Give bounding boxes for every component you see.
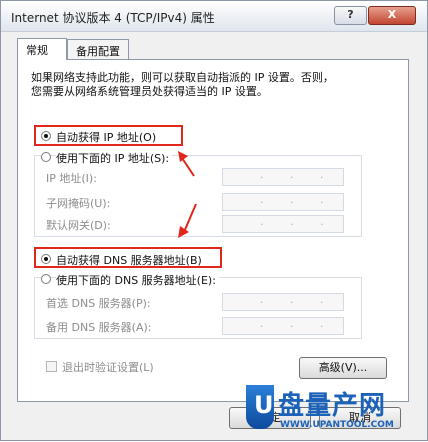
auto-dns-label: 自动获得 DNS 服务器地址(B) — [56, 254, 202, 267]
watermark-logo: U 盘量产网 WWW.UPANTOOL.COM — [246, 385, 428, 442]
help-icon: ? — [347, 8, 354, 21]
alternate-dns-field[interactable]: ... — [222, 317, 344, 335]
preferred-dns-label: 首选 DNS 服务器(P): — [46, 297, 151, 310]
manual-ip-label: 使用下面的 IP 地址(S): — [56, 150, 173, 166]
watermark-letter: U — [254, 391, 274, 419]
auto-ip-label: 自动获得 IP 地址(O) — [56, 131, 157, 144]
ip-address-label: IP 地址(I): — [46, 172, 97, 185]
default-gateway-label: 默认网关(D): — [46, 219, 111, 232]
annotation-arrows — [178, 151, 197, 238]
tab-alternate-config[interactable]: 备用配置 — [67, 39, 129, 59]
validate-checkbox[interactable] — [46, 361, 57, 372]
tab-general[interactable]: 常规 — [17, 38, 67, 60]
auto-ip-radio[interactable] — [41, 131, 51, 141]
watermark-text: 盘量产网 — [278, 391, 387, 421]
manual-dns-label: 使用下面的 DNS 服务器地址(E): — [56, 272, 219, 288]
subnet-mask-label: 子网掩码(U): — [46, 197, 111, 210]
manual-dns-radio[interactable] — [41, 274, 51, 284]
title-bar: Internet 协议版本 4 (TCP/IPv4) 属性 ? X — [1, 1, 427, 32]
description-text: 如果网络支持此功能，则可以获取自动指派的 IP 设置。否则， 您需要从网络系统管… — [31, 71, 334, 99]
validate-label: 退出时验证设置(L) — [62, 361, 154, 374]
window-title: Internet 协议版本 4 (TCP/IPv4) 属性 — [11, 11, 215, 25]
alternate-dns-label: 备用 DNS 服务器(A): — [46, 321, 152, 334]
default-gateway-field[interactable]: ... — [222, 215, 344, 233]
description-line-1: 如果网络支持此功能，则可以获取自动指派的 IP 设置。否则， — [31, 71, 334, 84]
auto-dns-radio[interactable] — [41, 254, 51, 264]
dialog-window: Internet 协议版本 4 (TCP/IPv4) 属性 ? X 常规 备用配… — [0, 0, 428, 441]
close-button[interactable]: X — [368, 6, 416, 25]
preferred-dns-field[interactable]: ... — [222, 293, 344, 311]
help-button[interactable]: ? — [334, 6, 367, 25]
watermark-url: WWW.UPANTOOL.COM — [280, 420, 394, 430]
ip-address-field[interactable]: ... — [222, 168, 344, 186]
manual-ip-radio[interactable] — [41, 152, 51, 162]
close-icon: X — [387, 8, 397, 21]
advanced-button[interactable]: 高级(V)... — [299, 357, 387, 379]
description-line-2: 您需要从网络系统管理员处获得适当的 IP 设置。 — [31, 85, 268, 98]
subnet-mask-field[interactable]: ... — [222, 193, 344, 211]
